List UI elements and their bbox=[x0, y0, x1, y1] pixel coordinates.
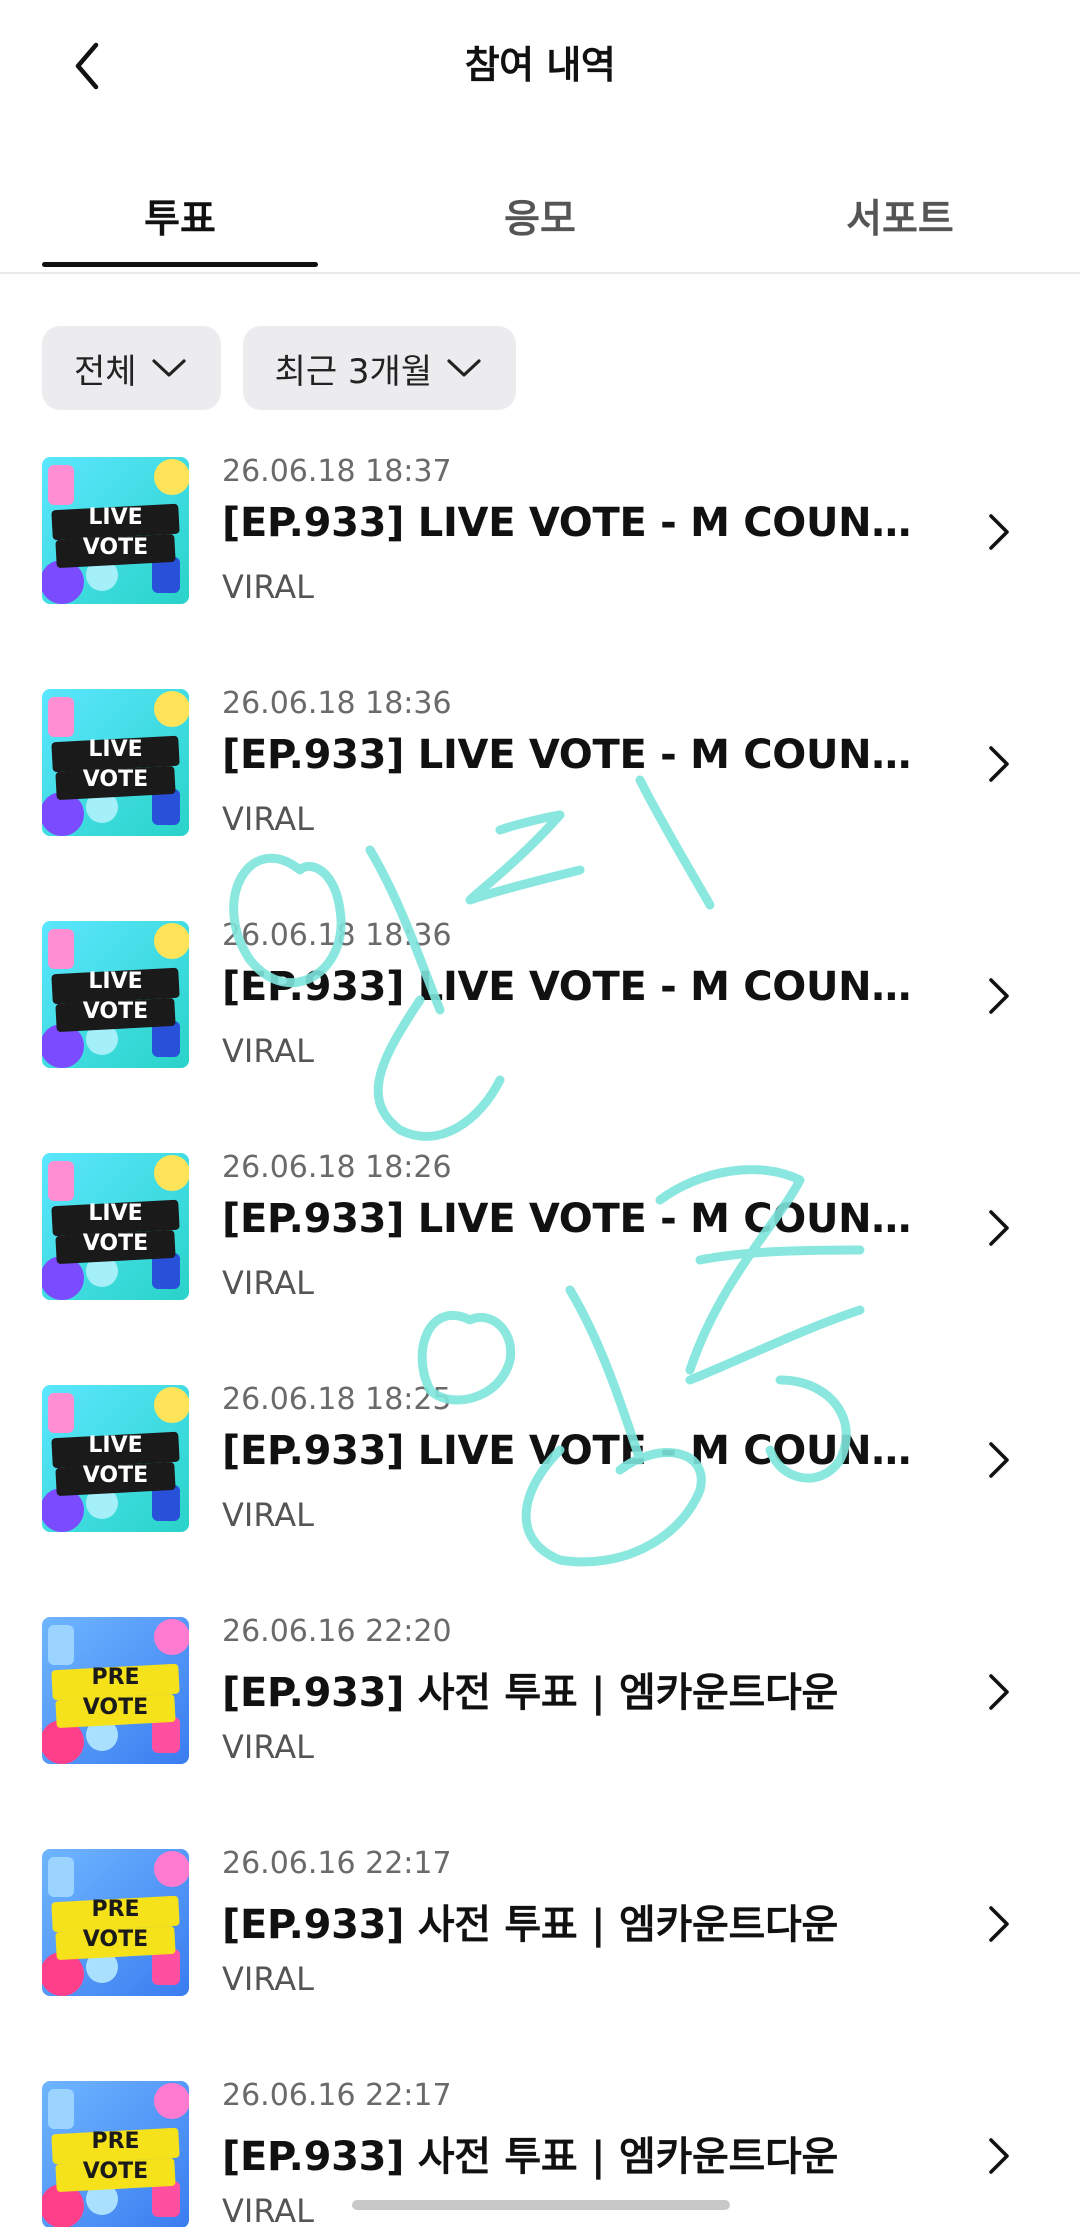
category-filter-dropdown[interactable]: 전체 bbox=[42, 326, 221, 410]
item-date: 26.06.18 18:25 bbox=[222, 1382, 452, 1417]
chevron-right-icon bbox=[984, 742, 1014, 786]
vote-history-list: LIVE VOTE 26.06.18 18:37 [EP.933] LIVE V… bbox=[0, 440, 1080, 2227]
thumb-label-bottom: VOTE bbox=[82, 767, 149, 792]
thumb-label-bottom: VOTE bbox=[82, 2159, 149, 2184]
chevron-down-icon bbox=[151, 357, 187, 379]
item-date: 26.06.16 22:20 bbox=[222, 1614, 452, 1649]
thumb-label-top: PRE bbox=[91, 1897, 140, 1922]
chevron-down-icon bbox=[446, 357, 482, 379]
event-thumbnail: LIVE VOTE bbox=[42, 921, 189, 1068]
tab-bar: 투표 응모 서포트 bbox=[0, 160, 1080, 274]
item-title: [EP.933] LIVE VOTE - M COUNTD... bbox=[222, 732, 922, 778]
period-filter-label: 최근 3개월 bbox=[274, 351, 433, 392]
item-organizer: VIRAL bbox=[222, 1496, 314, 1534]
thumb-label-bottom: VOTE bbox=[82, 1463, 149, 1488]
thumb-label-top: LIVE bbox=[88, 969, 143, 994]
thumb-label-bottom: VOTE bbox=[82, 535, 149, 560]
thumb-label-top: PRE bbox=[91, 2129, 140, 2154]
thumb-label-bottom: VOTE bbox=[82, 1231, 149, 1256]
item-date: 26.06.18 18:36 bbox=[222, 918, 452, 953]
vote-history-item[interactable]: PRE VOTE 26.06.16 22:17 [EP.933] 사전 투표 |… bbox=[0, 1832, 1080, 2064]
item-organizer: VIRAL bbox=[222, 568, 314, 606]
event-thumbnail: PRE VOTE bbox=[42, 2081, 189, 2227]
event-thumbnail: LIVE VOTE bbox=[42, 689, 189, 836]
item-date: 26.06.18 18:26 bbox=[222, 1150, 452, 1185]
chevron-right-icon bbox=[984, 1670, 1014, 1714]
event-thumbnail: LIVE VOTE bbox=[42, 457, 189, 604]
item-organizer: VIRAL bbox=[222, 2192, 314, 2227]
filter-bar: 전체 최근 3개월 bbox=[42, 326, 517, 410]
vote-history-item[interactable]: LIVE VOTE 26.06.18 18:36 [EP.933] LIVE V… bbox=[0, 904, 1080, 1136]
chevron-right-icon bbox=[984, 2134, 1014, 2178]
item-title: [EP.933] LIVE VOTE - M COUNTD... bbox=[222, 500, 922, 546]
vote-history-item[interactable]: LIVE VOTE 26.06.18 18:25 [EP.933] LIVE V… bbox=[0, 1368, 1080, 1600]
thumb-label-top: PRE bbox=[91, 1665, 140, 1690]
tab-vote[interactable]: 투표 bbox=[0, 160, 360, 272]
vote-history-item[interactable]: LIVE VOTE 26.06.18 18:26 [EP.933] LIVE V… bbox=[0, 1136, 1080, 1368]
app-header: 참여 내역 bbox=[0, 0, 1080, 130]
item-title: [EP.933] LIVE VOTE - M COUNTD... bbox=[222, 1196, 922, 1242]
thumb-label-top: LIVE bbox=[88, 505, 143, 530]
thumb-label-top: LIVE bbox=[88, 1433, 143, 1458]
item-title: [EP.933] 사전 투표 | 엠카운트다운 bbox=[222, 2134, 838, 2180]
tab-entry[interactable]: 응모 bbox=[360, 160, 720, 272]
home-indicator bbox=[352, 2200, 730, 2210]
period-filter-dropdown[interactable]: 최근 3개월 bbox=[242, 326, 517, 410]
item-title: [EP.933] 사전 투표 | 엠카운트다운 bbox=[222, 1902, 838, 1948]
item-date: 26.06.18 18:36 bbox=[222, 686, 452, 721]
event-thumbnail: PRE VOTE bbox=[42, 1849, 189, 1996]
active-tab-indicator bbox=[42, 262, 318, 267]
item-date: 26.06.18 18:37 bbox=[222, 454, 452, 489]
chevron-right-icon bbox=[984, 1902, 1014, 1946]
item-organizer: VIRAL bbox=[222, 1032, 314, 1070]
item-organizer: VIRAL bbox=[222, 1264, 314, 1302]
item-date: 26.06.16 22:17 bbox=[222, 2078, 452, 2113]
category-filter-label: 전체 bbox=[74, 351, 137, 392]
event-thumbnail: LIVE VOTE bbox=[42, 1153, 189, 1300]
item-date: 26.06.16 22:17 bbox=[222, 1846, 452, 1881]
page-title: 참여 내역 bbox=[464, 43, 616, 87]
item-title: [EP.933] 사전 투표 | 엠카운트다운 bbox=[222, 1670, 838, 1716]
participation-history-screen: 참여 내역 투표 응모 서포트 전체 최근 3개월 LIVE VOTE 26.0… bbox=[0, 0, 1080, 2227]
item-title: [EP.933] LIVE VOTE - M COUNTD... bbox=[222, 1428, 922, 1474]
item-organizer: VIRAL bbox=[222, 1728, 314, 1766]
chevron-right-icon bbox=[984, 974, 1014, 1018]
item-organizer: VIRAL bbox=[222, 800, 314, 838]
event-thumbnail: LIVE VOTE bbox=[42, 1385, 189, 1532]
chevron-right-icon bbox=[984, 1206, 1014, 1250]
event-thumbnail: PRE VOTE bbox=[42, 1617, 189, 1764]
item-organizer: VIRAL bbox=[222, 1960, 314, 1998]
tab-support[interactable]: 서포트 bbox=[720, 160, 1080, 272]
vote-history-item[interactable]: LIVE VOTE 26.06.18 18:37 [EP.933] LIVE V… bbox=[0, 440, 1080, 672]
thumb-label-bottom: VOTE bbox=[82, 1927, 149, 1952]
thumb-label-bottom: VOTE bbox=[82, 999, 149, 1024]
item-title: [EP.933] LIVE VOTE - M COUNTD... bbox=[222, 964, 922, 1010]
thumb-label-bottom: VOTE bbox=[82, 1695, 149, 1720]
thumb-label-top: LIVE bbox=[88, 1201, 143, 1226]
chevron-right-icon bbox=[984, 1438, 1014, 1482]
chevron-right-icon bbox=[984, 510, 1014, 554]
thumb-label-top: LIVE bbox=[88, 737, 143, 762]
vote-history-item[interactable]: PRE VOTE 26.06.16 22:20 [EP.933] 사전 투표 |… bbox=[0, 1600, 1080, 1832]
vote-history-item[interactable]: LIVE VOTE 26.06.18 18:36 [EP.933] LIVE V… bbox=[0, 672, 1080, 904]
